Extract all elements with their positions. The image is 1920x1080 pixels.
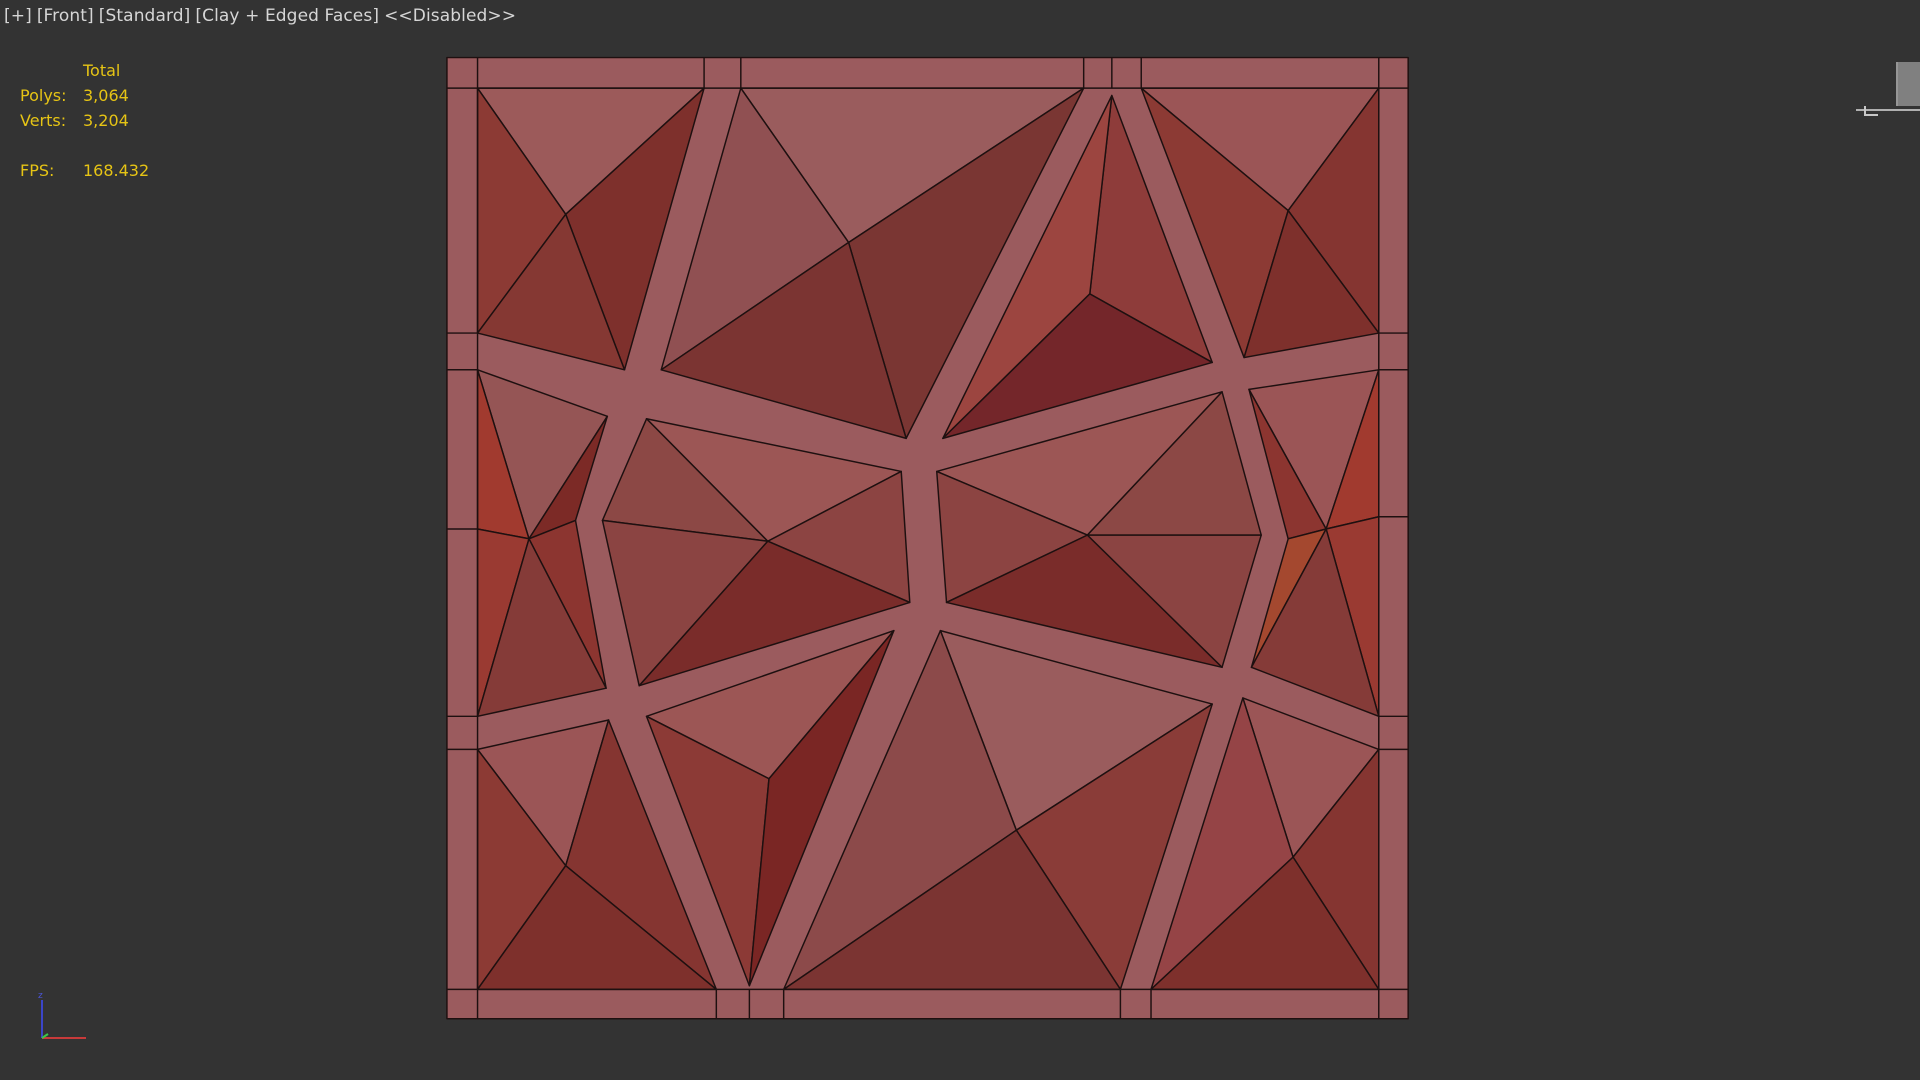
viewcube-compass-icon[interactable] [1856, 106, 1920, 116]
front-viewport[interactable]: [+] [Front] [Standard] [Clay + Edged Faces]… [0, 0, 1920, 1080]
mesh-panel[interactable] [0, 0, 1920, 1080]
viewcube-icon[interactable] [1896, 62, 1920, 106]
axis-tripod-icon: z [38, 991, 86, 1039]
axis-z-label: z [38, 991, 43, 1001]
